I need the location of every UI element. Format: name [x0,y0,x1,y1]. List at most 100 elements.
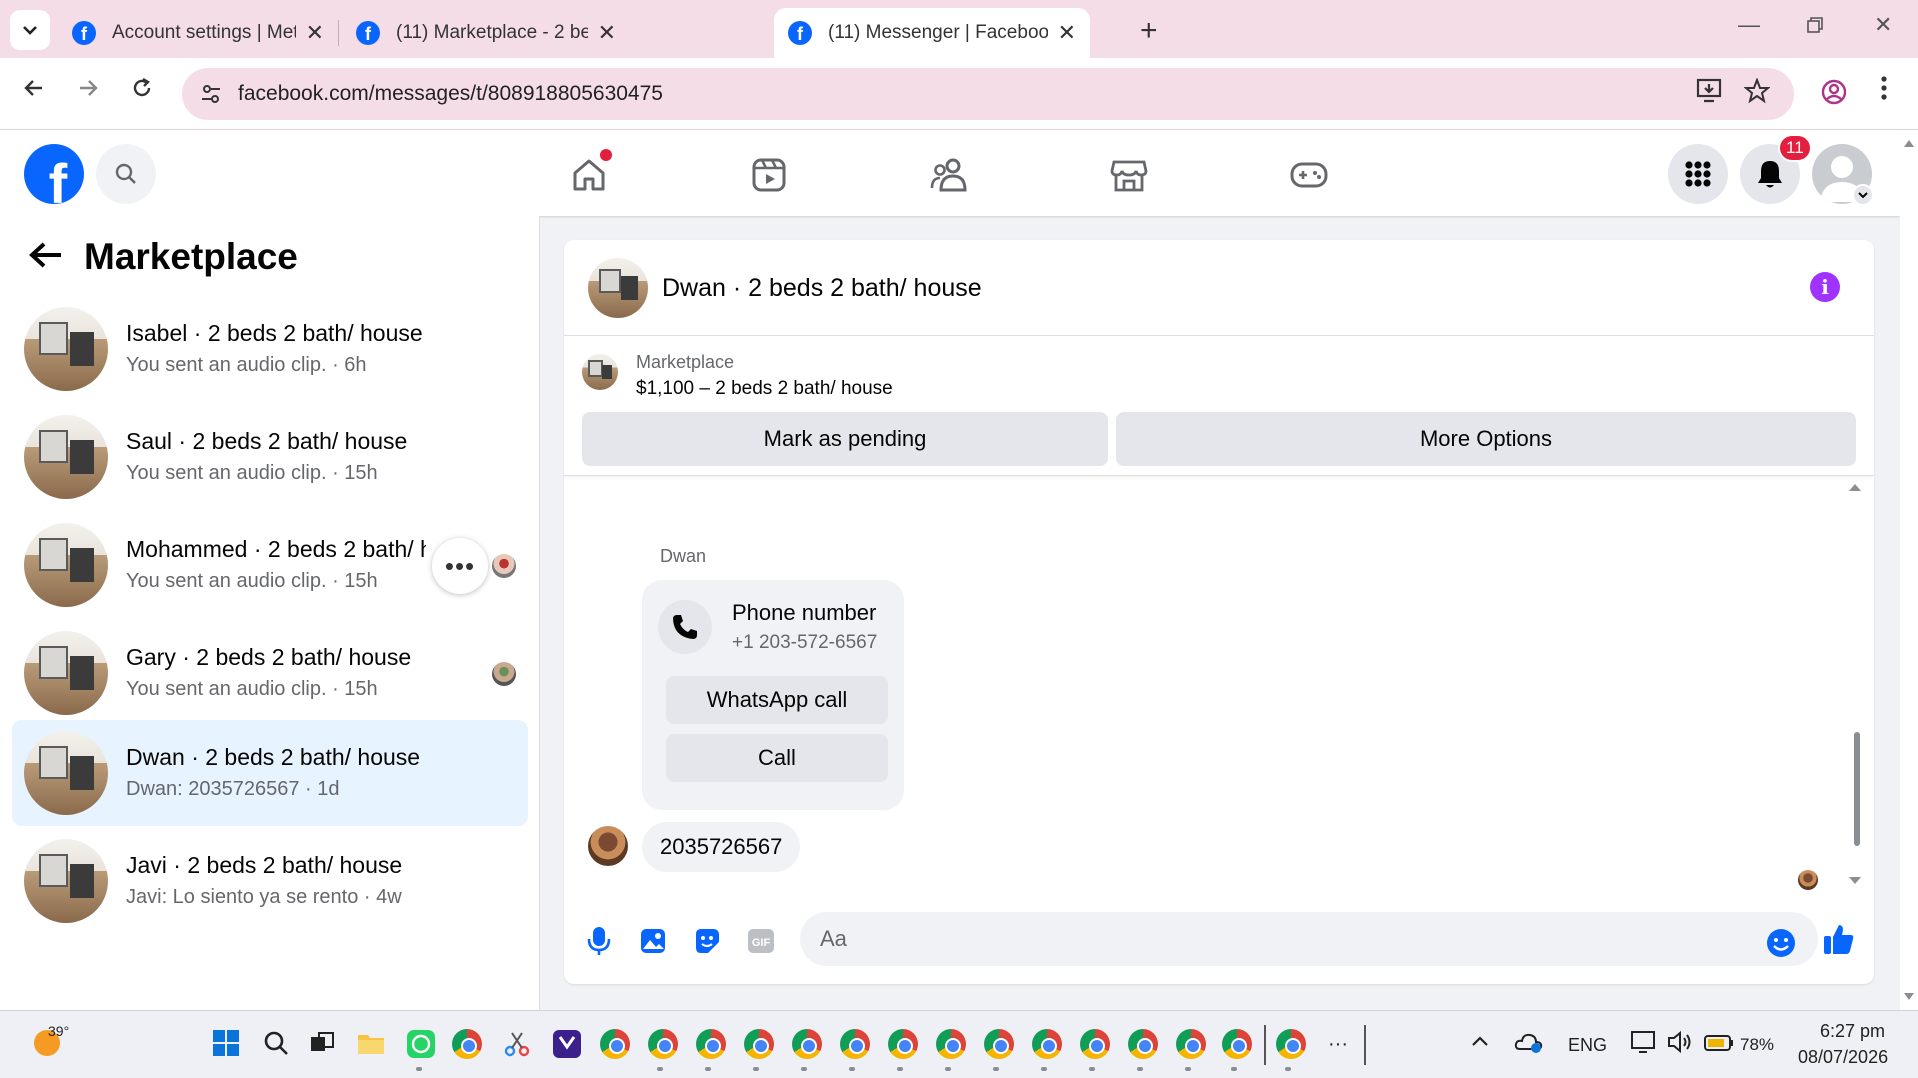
message-input[interactable]: Aa [800,912,1818,966]
chrome-profile-icon[interactable] [840,1029,870,1059]
listing-thumbnail [24,415,108,499]
clock-date[interactable]: 08/07/2026 [1798,1047,1888,1068]
conversation-item[interactable]: Gary · 2 beds 2 bath/ house You sent an … [12,620,528,726]
tab-account-settings[interactable]: f Account settings | Meta ✕ [58,8,338,58]
display-icon[interactable] [1630,1029,1660,1059]
chrome-profile-icon[interactable] [1276,1029,1306,1059]
message-bubble[interactable]: 2035726567 [642,822,801,872]
conversation-snippet: You sent an audio clip. · 6h [126,354,367,376]
menu-grid-button[interactable] [1668,144,1728,204]
running-indicator [416,1067,422,1071]
tab-close-icon[interactable]: ✕ [1058,20,1076,46]
address-bar[interactable]: facebook.com/messages/t/808918805630475 [182,68,1794,120]
taskbar-search-icon[interactable] [262,1029,292,1059]
listing-thumbnail [24,523,108,607]
chrome-profile-icon[interactable] [648,1029,678,1059]
conversation-item[interactable]: Mohammed · 2 beds 2 bath/ house You sent… [12,512,528,618]
bookmark-star-icon[interactable] [1743,77,1771,109]
minimize-icon[interactable]: — [1738,12,1760,38]
new-tab-icon[interactable]: + [1140,14,1158,48]
photo-icon[interactable] [636,924,670,958]
taskbar-separator [1264,1025,1266,1065]
marketplace-icon[interactable] [1108,154,1150,196]
chrome-profile-icon[interactable] [792,1029,822,1059]
clock-time[interactable]: 6:27 pm [1820,1021,1885,1042]
conversation-options-button[interactable]: ••• [432,538,488,594]
chrome-profile-icon[interactable] [1032,1029,1062,1059]
site-settings-icon[interactable] [198,81,224,107]
tab-search-button[interactable] [10,10,50,50]
language-indicator[interactable]: ENG [1568,1035,1607,1056]
volume-icon[interactable] [1666,1029,1696,1059]
task-view-icon[interactable] [308,1029,338,1059]
facebook-logo[interactable]: f [24,144,84,204]
listing-price-title[interactable]: $1,100 – 2 beds 2 bath/ house [636,378,893,400]
chrome-icon[interactable] [600,1029,630,1059]
onedrive-icon[interactable] [1514,1029,1544,1059]
profile-icon[interactable] [1820,78,1848,111]
conversation-item[interactable]: Isabel · 2 beds 2 bath/ house You sent a… [12,296,528,402]
weather-temperature: 39° [48,1023,70,1039]
url-text: facebook.com/messages/t/808918805630475 [238,82,663,105]
gaming-icon[interactable] [1288,154,1330,196]
tab-close-icon[interactable]: ✕ [306,20,324,46]
chrome-profile-icon[interactable] [888,1029,918,1059]
file-explorer-icon[interactable] [356,1029,386,1059]
install-app-icon[interactable] [1696,78,1724,109]
conversation-item[interactable]: Javi · 2 beds 2 bath/ house Javi: Lo sie… [12,828,528,934]
page-scrollbar[interactable] [1900,130,1918,1010]
restore-icon[interactable] [1806,14,1824,40]
whatsapp-call-button[interactable]: WhatsApp call [666,676,888,724]
phone-number-card: Phone number +1 203-572-6567 WhatsApp ca… [642,580,904,810]
chrome-profile-icon[interactable] [1222,1029,1252,1059]
microphone-icon[interactable] [582,924,616,958]
friends-icon[interactable] [928,154,970,196]
chrome-profile-icon[interactable] [696,1029,726,1059]
taskbar-separator [1364,1025,1366,1065]
sticker-icon[interactable] [690,924,724,958]
chrome-profile-icon[interactable] [984,1029,1014,1059]
mark-as-pending-button[interactable]: Mark as pending [582,412,1108,466]
gif-icon[interactable]: GIF [744,924,778,958]
more-apps-icon[interactable]: ··· [1328,1033,1348,1056]
battery-icon[interactable] [1704,1033,1734,1063]
listing-thumbnail[interactable] [582,354,618,390]
back-arrow-icon[interactable] [28,240,64,275]
emoji-icon[interactable] [1764,926,1798,960]
video-icon[interactable] [748,154,790,196]
conversation-item-selected[interactable]: Dwan · 2 beds 2 bath/ house Dwan: 203572… [12,720,528,826]
chrome-profile-icon[interactable] [1080,1029,1110,1059]
tab-close-icon[interactable]: ✕ [598,20,616,46]
chat-listing-avatar[interactable] [588,258,648,318]
windows-start-icon[interactable] [212,1029,242,1059]
conversation-item[interactable]: Saul · 2 beds 2 bath/ house You sent an … [12,404,528,510]
close-window-icon[interactable]: ✕ [1874,12,1892,38]
reload-icon[interactable] [130,76,154,107]
thumbs-up-icon[interactable] [1822,922,1856,956]
chrome-profile-icon[interactable] [1128,1029,1158,1059]
scrollbar-thumb[interactable] [1854,732,1860,846]
snipping-tool-icon[interactable] [502,1029,532,1059]
call-button[interactable]: Call [666,734,888,782]
menu-dots-icon[interactable] [1880,74,1888,107]
search-button[interactable] [96,144,156,204]
back-icon[interactable] [22,76,46,107]
whatsapp-icon[interactable] [406,1029,436,1059]
sender-avatar[interactable] [588,826,628,866]
forward-icon[interactable] [76,76,100,107]
more-options-button[interactable]: More Options [1116,412,1856,466]
chat-title[interactable]: Dwan · 2 beds 2 bath/ house [662,274,982,303]
chrome-profile-icon[interactable] [936,1029,966,1059]
tab-marketplace[interactable]: f (11) Marketplace - 2 beds 2 bat ✕ [342,8,630,58]
chrome-icon[interactable] [452,1029,482,1059]
running-indicator [1285,1067,1291,1071]
app-icon[interactable] [552,1029,582,1059]
info-icon[interactable]: i [1810,272,1840,302]
chrome-profile-icon[interactable] [1176,1029,1206,1059]
phone-card-number: +1 203-572-6567 [732,632,878,653]
chrome-profile-icon[interactable] [744,1029,774,1059]
chevron-up-icon[interactable] [1468,1029,1498,1059]
tab-messenger[interactable]: f (11) Messenger | Facebook ✕ [774,8,1090,58]
running-indicator [801,1067,807,1071]
account-menu-button[interactable] [1852,184,1874,206]
